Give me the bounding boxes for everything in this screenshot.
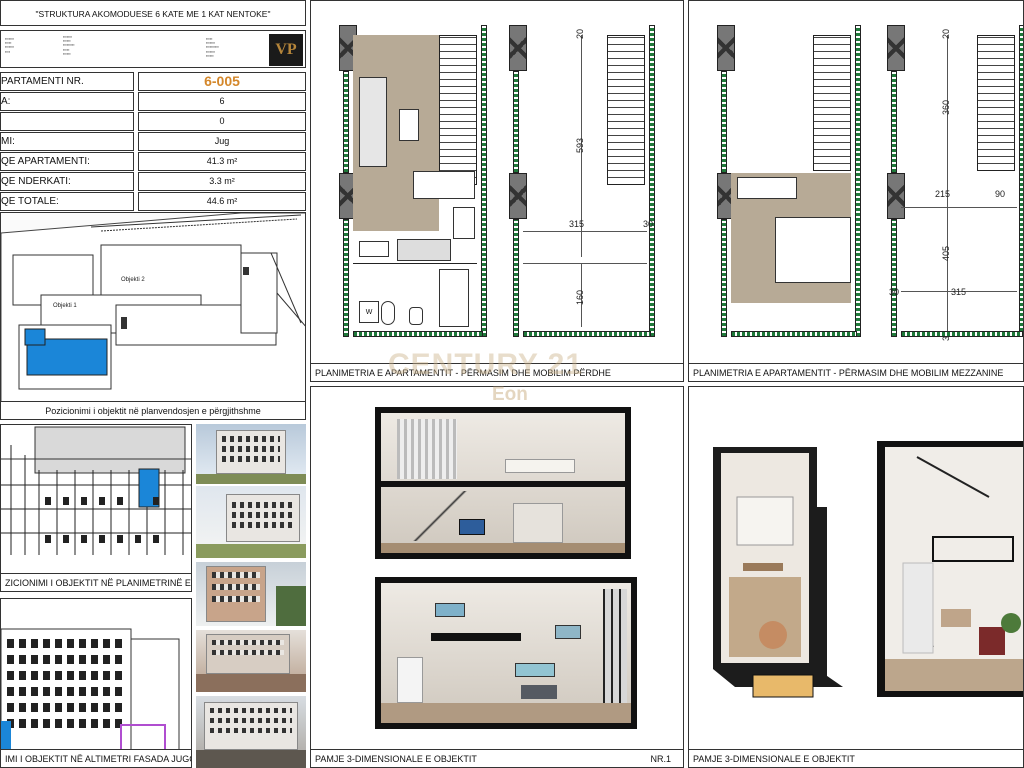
washer: W — [359, 301, 379, 323]
floor-plan-drawing — [1, 425, 191, 575]
site-plan-panel: Objekti 2 Objekti 1 Pozicionimi i objekt… — [0, 212, 306, 420]
spec-value: 41.3 m² — [138, 152, 306, 171]
render-photo-4 — [196, 630, 306, 692]
column-8 — [887, 173, 905, 219]
dim-bath: 160 — [575, 289, 585, 305]
spec-row: QE NDERKATI: 3.3 m² — [0, 172, 306, 192]
dim-upper: 360 — [941, 99, 951, 115]
plan-mezzanine-panel: 20 360 405 215 90 315 30 30 PLANIMETRIA … — [688, 0, 1024, 382]
staircase — [439, 35, 477, 185]
spec-value: 0 — [138, 112, 306, 131]
column-3 — [509, 25, 527, 71]
dim-wall: 30 — [643, 219, 654, 229]
dim-top-2: 20 — [941, 28, 951, 39]
column-4 — [509, 173, 527, 219]
floor-plan-panel: ZICIONIMI I OBJEKTIT NË PLANIMETRINË E K… — [0, 424, 192, 592]
column-5 — [717, 25, 735, 71]
elevation-caption: IMI I OBJEKTIT NË ALTIMETRI FASADA JUGOR… — [1, 749, 191, 767]
firm-logo: VP — [269, 34, 303, 66]
toilet — [381, 301, 395, 325]
bidet — [409, 307, 423, 325]
sheet-title: "STRUKTURA AKOMODUESE 6 KATE ME 1 KAT NE… — [0, 0, 306, 26]
spec-row: PARTAMENTI NR. 6-005 — [0, 72, 306, 92]
spec-value: 44.6 m² — [138, 192, 306, 211]
watermark-office: Eon — [492, 384, 528, 405]
dim-w2: 90 — [995, 189, 1006, 199]
sheet-number: NR.1 — [650, 754, 671, 764]
spec-label: QE NDERKATI: — [0, 172, 134, 191]
panel-box — [359, 241, 389, 257]
view-3d-1-title: PAMJE 3-DIMENSIONALE E OBJEKTIT — [315, 754, 477, 764]
spec-row: QE TOTALE: 44.6 m² — [0, 192, 306, 212]
staircase-2 — [607, 35, 645, 185]
plan-mezzanine-caption: PLANIMETRIA E APARTAMENTIT - PËRMASIM DH… — [689, 363, 1023, 381]
building1-label: Objekti 1 — [53, 303, 77, 309]
dim-width: 315 — [569, 219, 585, 229]
spec-row: QE APARTAMENTI: 41.3 m² — [0, 152, 306, 172]
spec-label: QE TOTALE: — [0, 192, 134, 211]
spec-label: MI: — [0, 132, 134, 151]
bed — [775, 217, 851, 283]
axonometric-renders — [713, 441, 1023, 698]
desk — [737, 177, 797, 199]
floor-plan-caption: ZICIONIMI I OBJEKTIT NË PLANIMETRINË E K… — [1, 573, 191, 591]
apartment-number: 6-005 — [138, 72, 306, 91]
spec-row: A: 6 — [0, 92, 306, 112]
section-render-2 — [375, 577, 637, 729]
firm-info-2: ▪▪▪▪▪▪▪ ▪▪▪▪▪▪ ▪▪▪▪▪▪▪▪▪ ▪▪▪▪▪ ▪▪▪▪▪▪ — [63, 35, 75, 56]
staircase-4 — [977, 35, 1015, 171]
render-photo-1 — [196, 424, 306, 484]
render-photo-5 — [196, 696, 306, 768]
spec-label — [0, 112, 134, 131]
dim-width-2: 315 — [951, 287, 967, 297]
dim-wall-l: 30 — [889, 287, 900, 297]
dim-lower: 405 — [941, 245, 951, 261]
dim-w1: 215 — [935, 189, 951, 199]
site-plan-drawing — [1, 213, 305, 404]
building2-label: Objekti 2 — [121, 277, 145, 283]
spec-value: 6 — [138, 92, 306, 111]
coffee-table — [399, 109, 419, 141]
view-3d-2-caption: PAMJE 3-DIMENSIONALE E OBJEKTIT — [689, 749, 1023, 767]
kitchen-counter — [397, 239, 451, 261]
staircase-3 — [813, 35, 851, 171]
firm-info-1: ▪▪▪▪▪▪▪ ▪▪▪▪▪ ▪▪▪▪▪▪▪ ▪▪▪▪ — [5, 37, 14, 54]
watermark-brand: CENTURY 21 — [388, 348, 584, 381]
view-3d-2-panel: PAMJE 3-DIMENSIONALE E OBJEKTIT — [688, 386, 1024, 768]
spec-label: QE APARTAMENTI: — [0, 152, 134, 171]
spec-label: A: — [0, 92, 134, 111]
firm-info-row: ▪▪▪▪▪▪▪ ▪▪▪▪▪ ▪▪▪▪▪▪▪ ▪▪▪▪ ▪▪▪▪▪▪▪ ▪▪▪▪▪▪ ▪▪▪… — [0, 30, 306, 68]
spec-row: 0 — [0, 112, 306, 132]
elevation-panel: IMI I OBJEKTIT NË ALTIMETRI FASADA JUGOR… — [0, 598, 192, 768]
render-photo-2 — [196, 486, 306, 558]
view-3d-1-caption: PAMJE 3-DIMENSIONALE E OBJEKTIT NR.1 — [311, 749, 683, 767]
view-3d-1-panel: PAMJE 3-DIMENSIONALE E OBJEKTIT NR.1 — [310, 386, 684, 768]
dining-table — [413, 171, 475, 199]
spec-value: 3.3 m² — [138, 172, 306, 191]
sofa — [359, 77, 387, 167]
spec-label: PARTAMENTI NR. — [0, 72, 134, 91]
firm-info-3: ▪▪▪▪▪ ▪▪▪▪▪▪▪ ▪▪▪▪▪▪▪▪▪▪ ▪▪▪▪▪▪▪ ▪▪▪▪▪▪ — [206, 37, 219, 58]
fridge — [453, 207, 475, 239]
section-render-1 — [375, 407, 631, 559]
site-plan-caption: Pozicionimi i objektit në planvendosjen … — [1, 401, 305, 419]
plan-ground-panel: W 20 593 160 315 30 PLANIMETRIA E APARTA… — [310, 0, 684, 382]
south-facade-drawing — [1, 599, 191, 752]
render-photo-3 — [196, 562, 306, 626]
spec-row: MI: Jug — [0, 132, 306, 152]
dim-top: 20 — [575, 28, 585, 39]
dim-height: 593 — [575, 137, 585, 153]
column-7 — [887, 25, 905, 71]
shower — [439, 269, 469, 327]
spec-value: Jug — [138, 132, 306, 151]
